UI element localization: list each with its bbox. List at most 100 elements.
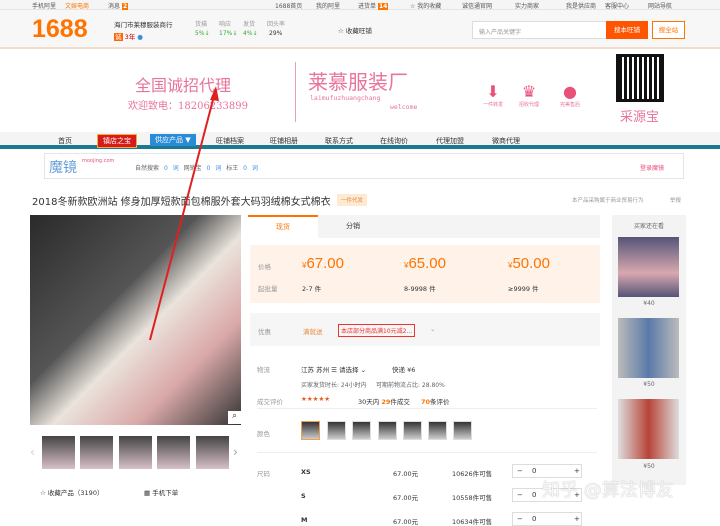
service-menu[interactable]: 客服中心 xyxy=(605,1,629,10)
feature-forward[interactable]: ⬇ 一件转发 xyxy=(478,82,508,108)
thumbnail[interactable] xyxy=(157,436,190,469)
color-swatch-selected[interactable] xyxy=(301,421,320,440)
my-ali-menu[interactable]: 我的阿里 xyxy=(316,1,340,10)
size-name: M xyxy=(301,516,308,524)
plus-button[interactable]: + xyxy=(574,515,580,523)
tab-spot[interactable]: 现货 xyxy=(248,215,318,238)
price-box: 价格 起批量 ¥67.00 ¥65.00 ¥50.00 2-7 件 8-9998… xyxy=(250,245,600,303)
color-swatch[interactable] xyxy=(327,421,346,440)
logo-1688[interactable]: 1688 xyxy=(32,15,88,44)
ship-to: 请选择 xyxy=(339,366,359,374)
thumbnail[interactable] xyxy=(196,436,229,469)
favorites-menu[interactable]: ☆ 我的收藏 xyxy=(410,1,441,10)
qty-value[interactable]: 0 xyxy=(532,491,536,499)
promo-text[interactable]: 本店部分商品满10元减2... xyxy=(338,324,416,337)
color-swatch[interactable] xyxy=(378,421,397,440)
logistics-ratio: 可期前物流占比: 28.80% xyxy=(376,382,445,389)
search-shop-button[interactable]: 搜本旺铺 xyxy=(606,21,648,39)
tier-qty: 2-7 件 xyxy=(302,285,322,293)
logistics-route[interactable]: 江苏 苏州 ☰ 请选择 ⌄ xyxy=(301,364,366,374)
nav-wechat-agent[interactable]: 微商代理 xyxy=(492,136,520,146)
reviews-label: 成交评价 xyxy=(257,398,283,406)
tab-distribution[interactable]: 分销 xyxy=(318,215,388,238)
qty-label: 起批量 xyxy=(258,285,278,293)
minus-button[interactable]: − xyxy=(517,515,523,523)
sold-suffix: 件成交 xyxy=(390,398,410,406)
size-stock: 10558件可售 xyxy=(452,494,493,502)
minus-button[interactable]: − xyxy=(517,491,523,499)
mojing-domain: moojing.com xyxy=(82,158,115,164)
banner-slogan: 全国诚招代理 xyxy=(135,76,232,95)
review-count[interactable]: 70条评价 xyxy=(421,396,450,406)
qr-code[interactable] xyxy=(616,54,664,102)
feature-aftersale[interactable]: ● 完美售后 xyxy=(555,82,585,108)
thumbnail[interactable] xyxy=(119,436,152,469)
qty-value[interactable]: 0 xyxy=(532,467,536,475)
plus-button[interactable]: + xyxy=(574,467,580,475)
mobile-ali-link[interactable]: 手机阿里 xyxy=(32,1,56,10)
size-name: XS xyxy=(301,468,311,476)
stat-value: 5%↓ xyxy=(195,30,210,37)
brand-pinyin: laimufuzhuangchang xyxy=(310,94,381,102)
supplier-menu[interactable]: 我是供应商 xyxy=(566,1,596,10)
nav-contact[interactable]: 联系方式 xyxy=(325,136,353,146)
quantity-stepper[interactable]: − 0 + xyxy=(512,512,582,526)
nav-inquiry[interactable]: 在线询价 xyxy=(380,136,408,146)
price-value: 67.00 xyxy=(306,255,344,272)
thumbnail[interactable] xyxy=(80,436,113,469)
purchase-tabs: 现货 分销 xyxy=(248,215,600,238)
chevron-down-icon[interactable]: ⌄ xyxy=(430,325,435,333)
thumb-next-arrow[interactable]: › xyxy=(233,445,238,459)
banner-divider xyxy=(295,62,296,122)
banner-phone: 欢迎致电：18206233899 xyxy=(128,101,248,112)
cultural-link[interactable]: 文娱电商 xyxy=(65,1,89,10)
nav-agent[interactable]: 代理加盟 xyxy=(436,136,464,146)
shop-name[interactable]: 海门市莱穆服装商行 xyxy=(114,19,173,29)
fav-shop-button[interactable]: ☆ 收藏旺铺 xyxy=(338,25,372,35)
feature-agent[interactable]: ♛ 招收代理 xyxy=(514,82,544,108)
chengxin-menu[interactable]: 诚信通官网 xyxy=(462,1,492,10)
site-nav-menu[interactable]: 网站导航 xyxy=(648,1,672,10)
nav-home[interactable]: 首页 xyxy=(58,136,72,146)
home-link[interactable]: 1688首页 xyxy=(275,1,302,10)
watermark: 知乎 @算法博友 xyxy=(542,480,674,501)
collect-label: 收藏产品（3190） xyxy=(47,489,104,497)
shop-banner: 全国诚招代理 欢迎致电：18206233899 莱慕服装厂 laimufuzhu… xyxy=(0,50,720,130)
qty-value[interactable]: 0 xyxy=(532,515,536,523)
search-input[interactable]: 输入产品关键字 xyxy=(472,21,608,39)
report-link[interactable]: 举报 xyxy=(670,196,681,204)
related-product-image[interactable] xyxy=(618,318,679,378)
purchase-label: 进货单 xyxy=(358,3,377,10)
thumbnail[interactable] xyxy=(42,436,75,469)
related-product-image[interactable] xyxy=(618,399,679,459)
sidebar-title: 买家还在看 xyxy=(633,223,664,230)
stat-value: 0 词 xyxy=(163,165,179,172)
also-viewed-sidebar: 买家还在看 ¥40 ¥50 ¥50 xyxy=(612,215,686,485)
minus-button[interactable]: − xyxy=(517,467,523,475)
zoom-magnifier-icon[interactable]: ⌕ xyxy=(228,411,241,424)
promo-label: 优惠 xyxy=(258,328,271,336)
related-product-image[interactable] xyxy=(618,237,679,297)
search-all-button[interactable]: 搜全站 xyxy=(652,21,685,39)
messages-link[interactable]: 消息 2 xyxy=(108,1,129,10)
rating-stars: ★★★★★ xyxy=(301,395,331,403)
qr-label: 采源宝 xyxy=(620,110,660,125)
thumb-prev-arrow[interactable]: ‹ xyxy=(30,445,35,459)
mojing-logo: 魔镜 xyxy=(49,160,77,176)
shangjia-menu[interactable]: 实力商家 xyxy=(515,1,539,10)
color-swatch[interactable] xyxy=(453,421,472,440)
stat-label: 自然搜索 xyxy=(135,165,160,172)
nav-products[interactable]: 供应产品 ▼ xyxy=(150,134,196,146)
color-swatch[interactable] xyxy=(403,421,422,440)
purchase-list-menu[interactable]: 进货单 14 xyxy=(358,1,389,10)
messages-badge: 2 xyxy=(121,3,129,10)
nav-treasure[interactable]: 镇店之宝 xyxy=(97,134,137,148)
nav-profile[interactable]: 旺铺档案 xyxy=(216,136,244,146)
collect-product-button[interactable]: ☆ 收藏产品（3190） xyxy=(40,487,103,497)
nav-album[interactable]: 旺铺相册 xyxy=(270,136,298,146)
mobile-order-button[interactable]: ▦ 手机下单 xyxy=(144,487,178,497)
product-main-image[interactable] xyxy=(30,215,241,425)
color-swatch[interactable] xyxy=(352,421,371,440)
mojing-login-link[interactable]: 登录魔镜 xyxy=(640,163,664,172)
color-swatch[interactable] xyxy=(428,421,447,440)
